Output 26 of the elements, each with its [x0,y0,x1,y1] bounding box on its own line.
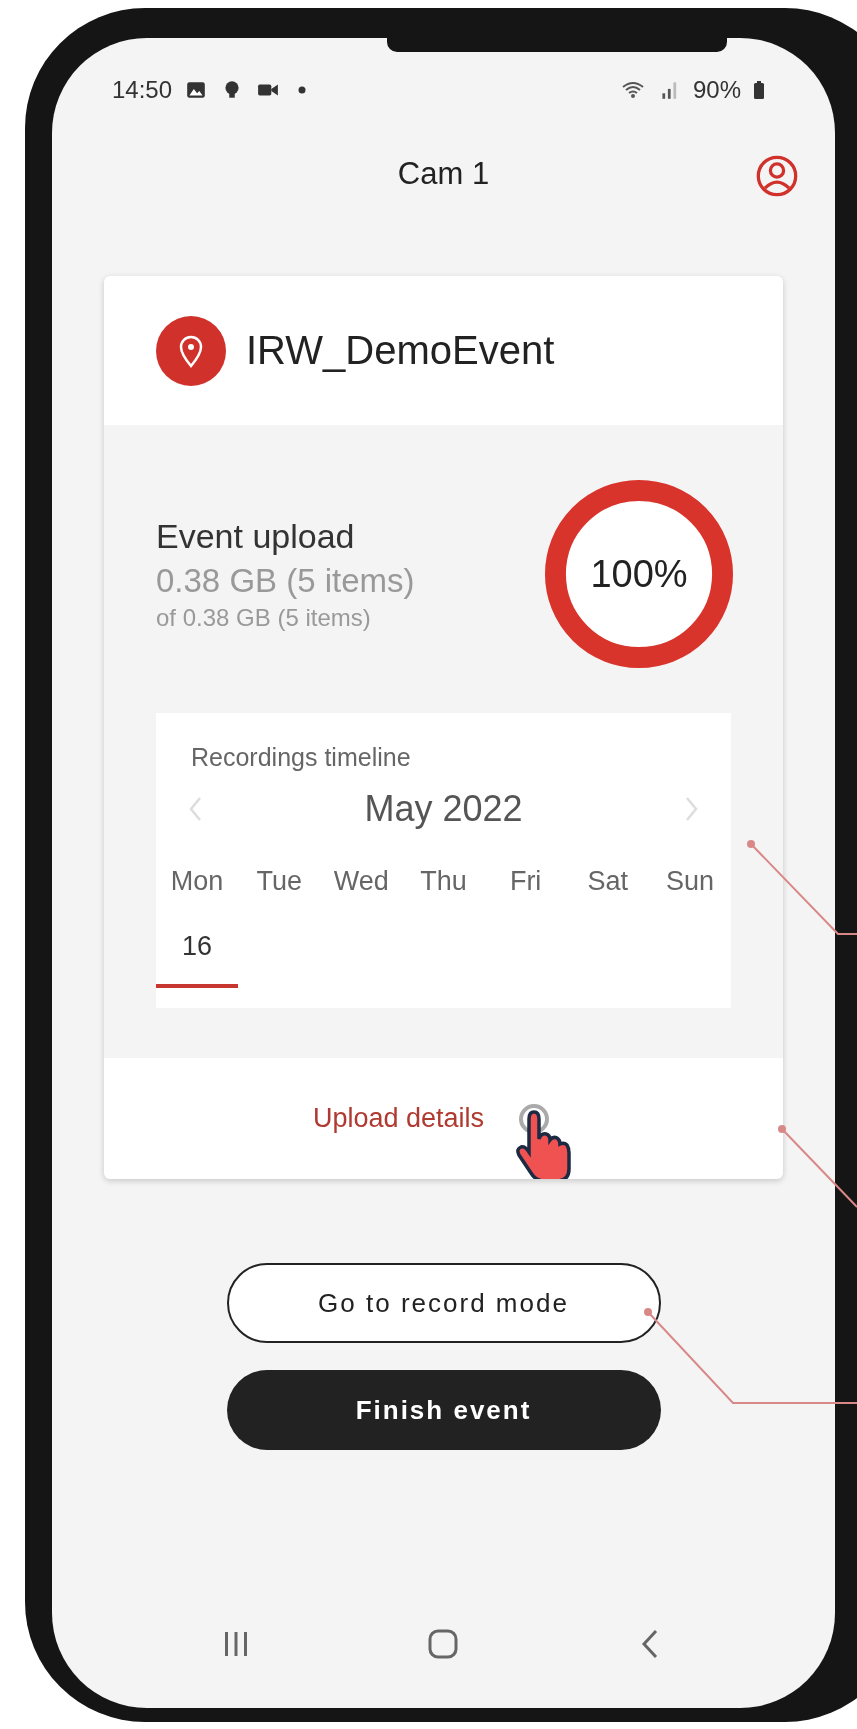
status-time: 14:50 [112,76,173,104]
weekday-label: Fri [508,866,543,897]
upload-details-link[interactable]: Upload details [312,1103,485,1134]
screen-title: Cam 1 [397,156,490,192]
action-button[interactable]: Go to record mode [226,1263,661,1343]
uploaded-size: 0.38 GB (5 items) [156,561,415,600]
upload-title: Event upload [156,516,356,556]
event-name: IRW_DemoEvent [246,328,555,373]
month-label: May 2022 [364,788,523,830]
weekday-label: Tue [255,866,303,897]
progress-percent: 100% [590,552,688,596]
action-button[interactable]: Finish event [226,1370,661,1450]
weekday-label: Sat [586,866,630,897]
total-size: of 0.38 GB (5 items) [156,603,372,632]
weekday-label: Sun [664,866,715,897]
weekday-label: Wed [332,866,390,897]
location-pin-icon [156,315,226,386]
battery-icon [753,80,765,100]
weekday-label: Thu [419,866,468,897]
timeline-title: Recordings timeline [190,743,412,772]
notification-dot-icon [298,86,307,94]
profile-icon[interactable] [755,154,799,198]
wifi-icon [620,79,645,101]
date-tab[interactable]: 16 [156,923,239,988]
weekday-label: Mon [169,866,225,897]
battery-percent: 90% [692,76,741,104]
